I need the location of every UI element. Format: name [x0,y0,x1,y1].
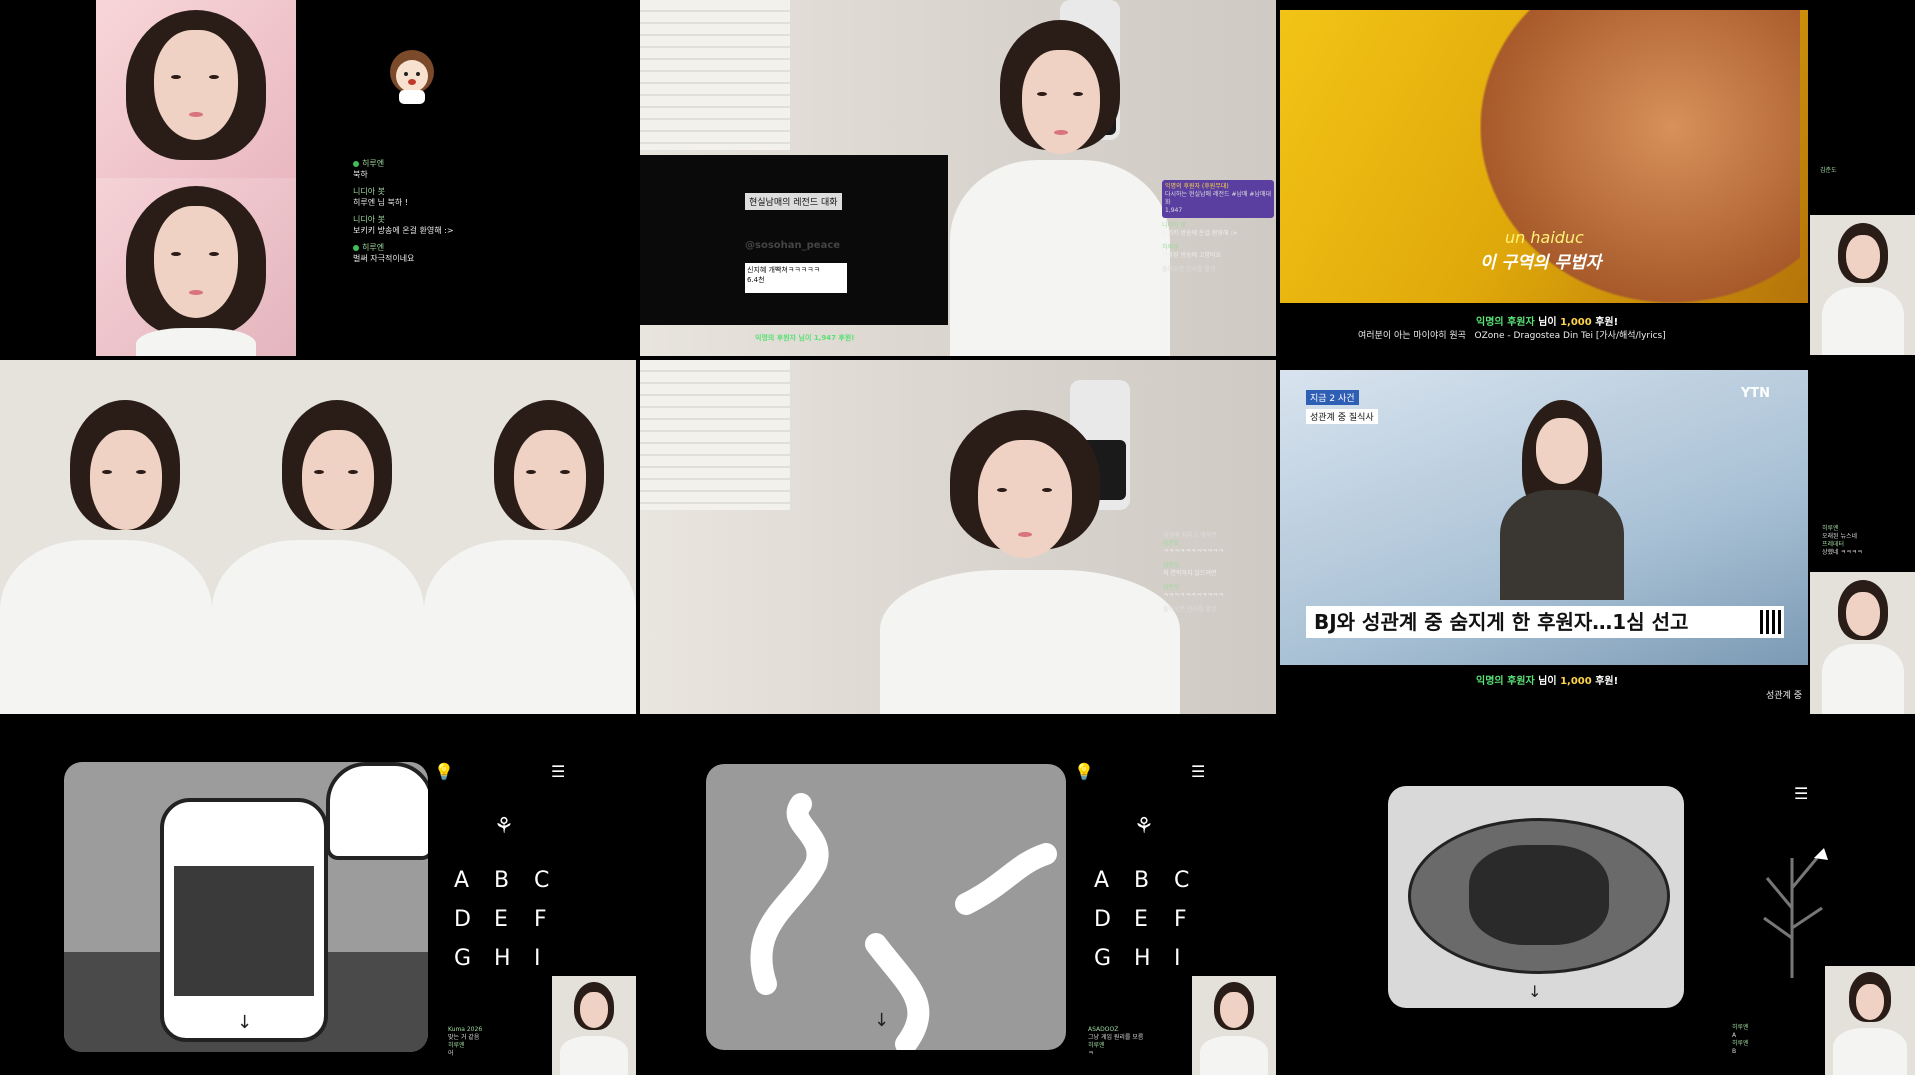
letter-button[interactable]: B [494,868,534,893]
stream-tile-1[interactable]: 히루엔 북하 니디아 봇 히루엔 님 북하 ! 니디아 봇 보키키 방송에 온걸 환영… [0,0,640,356]
qr-code-icon [1760,610,1784,634]
donation-alert: 익명의 후원자 님이 1,000 후원! [1476,676,1619,687]
video-title: 현실남매의 레전드 대화 [745,193,842,210]
chat-overlay: 세상에 처지고 계하면 김춘도 ㅋㅋㅋㅋㅋㅋㅋㅋㅋㅋㅋ 김춘도 저 연락하지 않… [1163,532,1224,613]
chat-message: 히루엔 북하 [353,159,385,179]
news-headline: BJ와 성관계 중 숨지게 한 후원자…1심 선고 [1306,606,1784,638]
letter-button[interactable]: D [1094,907,1134,932]
donation-alert: 익명의 후원자 님이 1,947 후원! [755,334,855,342]
stream-tile-4[interactable] [0,360,636,714]
down-arrow-icon[interactable]: ↓ [237,1012,252,1033]
letter-button[interactable]: B [1134,868,1174,893]
news-anchor [1480,400,1640,600]
snake-drawing [750,793,1057,1050]
subtitle-en: un haiduc [1505,228,1584,247]
song-ticker: 여러분이 아는 마이야히 원곡 OZone - Dragostea Din Te… [1358,331,1666,341]
news-tag: 지금 2 사건 성관계 중 질식사 [1306,386,1378,424]
letter-grid[interactable]: A B C D E F G H I [1094,868,1214,971]
video-handle: @sosohan_peace [745,240,841,251]
donation-alert: 익명의 후원자 님이 1,000 후원! [1476,317,1619,328]
window-blinds [640,0,790,150]
letter-button[interactable]: H [1134,946,1174,971]
creature-drawing [326,762,428,860]
avatar-sticker-icon [383,46,441,106]
streamer-cam-thumb [1825,966,1915,1075]
side-chat: 히루엔 A 히루엔 B [1732,1024,1749,1055]
channel-logo: YTN [1740,386,1770,401]
streamer-cam-thumb [1192,976,1276,1075]
letter-button[interactable]: C [534,868,574,893]
profile-photo-bottom [96,178,296,356]
letter-button[interactable]: F [534,907,574,932]
chat-highlight: 익명의 후원자 (후원무대) 다시하는 현실남매 레전드 #남매 #남매대화 1… [1162,180,1274,218]
letter-grid[interactable]: A B C D E F G H I [454,868,574,971]
bulb-icon[interactable]: 💡 [434,762,454,781]
sprout-icon: ⚘ [494,814,514,839]
game-canvas[interactable]: ↓ [1388,786,1684,1008]
news-frame: 지금 2 사건 성관계 중 질식사 YTN BJ와 성관계 중 숨지게 한 후원… [1280,370,1808,665]
streamer [880,410,1180,714]
letter-button[interactable]: G [454,946,494,971]
streamer-copy-1 [0,360,212,714]
stream-tile-3[interactable]: un haiduc 이 구역의 무법자 익명의 후원자 님이 1,000 후원!… [1280,0,1915,356]
side-chat: Kuma 2026 맞는 거 같음 히루엔 어 [448,1026,483,1057]
letter-button[interactable]: I [1174,946,1214,971]
letter-button[interactable]: E [494,907,534,932]
game-canvas[interactable]: ↓ [706,764,1066,1050]
stream-tile-2[interactable]: 현실남매의 레전드 대화 @sosohan_peace 신지혜 개빡쳐ㅋㅋㅋㅋㅋ… [640,0,1276,356]
streamer-cam-thumb [1810,215,1915,355]
side-chat: ASADOOZ 그냥 게임 원리를 모름 히루엔 ㅋ [1088,1026,1144,1057]
letter-button[interactable]: I [534,946,574,971]
game-tile-3[interactable]: ↓ ☰ 히루엔 A 히루엔 B [1280,718,1915,1075]
letter-button[interactable]: E [1134,907,1174,932]
stream-tile-5[interactable]: 세상에 처지고 계하면 김춘도 ㅋㅋㅋㅋㅋㅋㅋㅋㅋㅋㅋ 김춘도 저 연락하지 않… [640,360,1276,714]
game-tile-1[interactable]: ↓ 💡 ☰ ⚘ A B C D E F G H I Kuma 2026 맞는 거… [0,718,636,1075]
news-ticker: 성관계 중 [1766,691,1802,701]
side-chat: 히루엔 오래된 뉴스네 프레데터 상했네 ㅋㅋㅋㅋ [1822,525,1863,556]
sprout-icon: ⚘ [1134,814,1154,839]
side-chat: 김춘도 [1820,167,1837,174]
jar-drawing [160,798,328,1042]
chat-panel: 히루엔 북하 니디아 봇 히루엔 님 북하 ! 니디아 봇 보키키 방송에 온걸 환영… [353,158,493,270]
menu-icon[interactable]: ☰ [551,762,565,781]
bulb-icon[interactable]: 💡 [1074,762,1094,781]
letter-button[interactable]: A [454,868,494,893]
menu-icon[interactable]: ☰ [1191,762,1205,781]
chat-message: 니디아 봇 히루엔 님 북하 ! [353,187,408,207]
video-frame: un haiduc 이 구역의 무법자 [1280,10,1808,303]
game-canvas[interactable]: ↓ [64,762,428,1052]
letter-button[interactable]: H [494,946,534,971]
stream-tile-6[interactable]: 지금 2 사건 성관계 중 질식사 YTN BJ와 성관계 중 숨지게 한 후원… [1280,360,1915,714]
down-arrow-icon[interactable]: ↓ [874,1010,889,1031]
menu-icon[interactable]: ☰ [1794,784,1808,803]
letter-button[interactable]: G [1094,946,1134,971]
chat-overlay: 익명의 후원자 (후원무대) 다시하는 현실남매 레전드 #남매 #남매대화 1… [1162,180,1274,274]
streamer-cam-thumb [552,976,636,1075]
letter-button[interactable]: F [1174,907,1214,932]
embedded-video[interactable]: 현실남매의 레전드 대화 @sosohan_peace 신지혜 개빡쳐ㅋㅋㅋㅋㅋ… [640,155,948,325]
chat-message: 히루엔 벌써 자극적이네요 [353,243,415,263]
streamer-cam-thumb [1810,572,1915,714]
down-arrow-icon[interactable]: ↓ [1528,982,1541,1001]
streamer-copy-3 [424,360,636,714]
tree-icon [1763,848,1828,978]
streamer-copy-2 [212,360,424,714]
window-blinds [640,360,790,510]
profile-photo-top [96,0,296,178]
rock-drawing [1408,818,1670,974]
letter-button[interactable]: D [454,907,494,932]
chat-message: 니디아 봇 보키키 방송에 온걸 환영해 :> [353,215,454,235]
video-comment: 신지혜 개빡쳐ㅋㅋㅋㅋㅋ 6.4천 [745,263,847,293]
letter-button[interactable]: A [1094,868,1134,893]
letter-button[interactable]: C [1174,868,1214,893]
subtitle-ko: 이 구역의 무법자 [1480,253,1602,273]
game-tile-2[interactable]: ↓ 💡 ☰ ⚘ A B C D E F G H I ASADOOZ 그냥 게임 … [640,718,1276,1075]
